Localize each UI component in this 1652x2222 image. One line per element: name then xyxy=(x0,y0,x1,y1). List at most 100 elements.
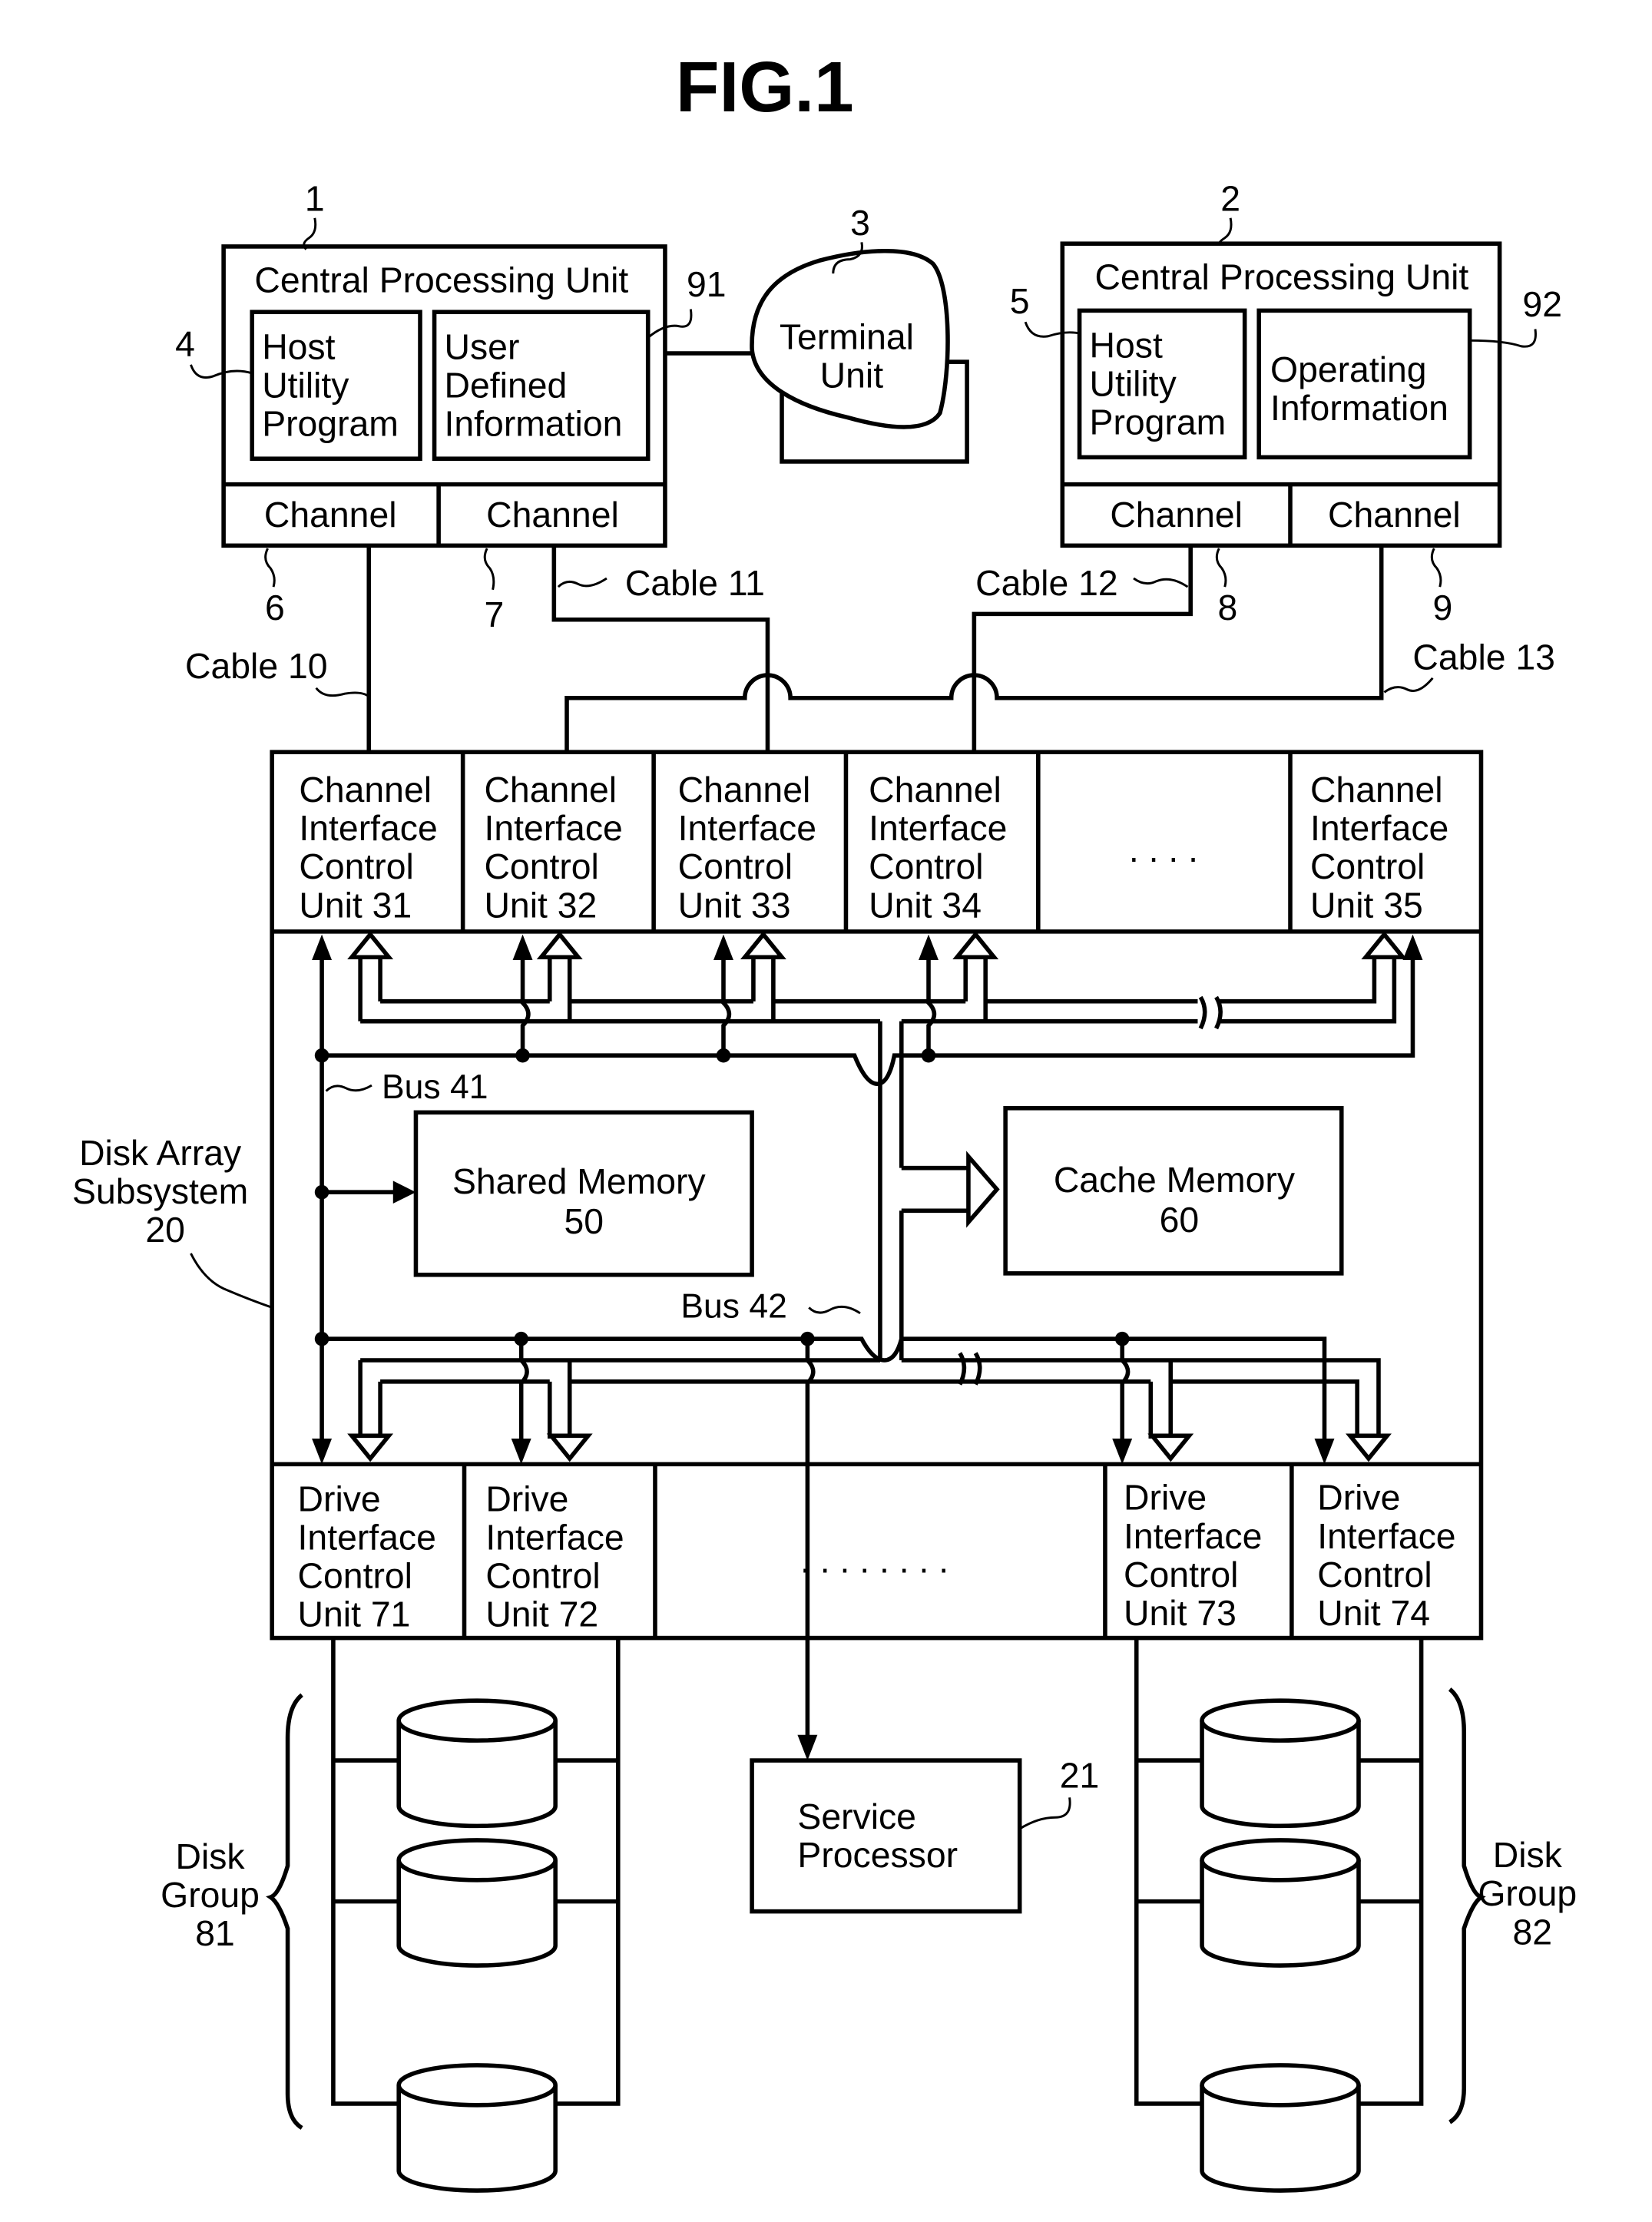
label-line: Channel xyxy=(869,770,1001,810)
disk-icon xyxy=(1200,2063,1361,2193)
hollow-arrow-up-icon xyxy=(1361,931,1408,960)
label-line: Interface xyxy=(298,1518,436,1558)
label-line: Program xyxy=(1090,402,1227,442)
label-line: Channel xyxy=(678,770,811,810)
label-line: 60 xyxy=(1160,1200,1200,1240)
hollow-arrow-down-icon xyxy=(546,1433,593,1462)
cpu-2-title: Central Processing Unit xyxy=(1094,257,1468,297)
label-line: Utility xyxy=(262,365,349,405)
hollow-arrow-up-icon xyxy=(536,931,583,960)
arrow-up-icon xyxy=(512,934,533,960)
cable-10-label: Cable 10 xyxy=(185,646,328,686)
channel-interface-units: Channel Interface Control Unit 31 Channel In… xyxy=(299,752,1448,932)
arrow-up-icon xyxy=(1402,934,1423,960)
disk-icon xyxy=(396,2063,558,2193)
ref-3: 3 xyxy=(850,203,870,243)
label-line: 81 xyxy=(195,1913,235,1953)
label-line: Interface xyxy=(299,808,437,848)
label-line: Unit 72 xyxy=(485,1594,598,1634)
cable-11-label: Cable 11 xyxy=(625,563,765,603)
ref-21: 21 xyxy=(1060,1755,1100,1795)
label-line: Subsystem xyxy=(72,1171,248,1211)
svg-text:Disk Group 82: Disk Group 82 xyxy=(1478,1835,1587,1952)
drive-interface-control-unit-71: Drive Interface Control Unit 71 xyxy=(298,1479,436,1634)
label-line: Group xyxy=(161,1875,260,1915)
ref-91: 91 xyxy=(687,264,727,304)
svg-text:ChannelInterfaceControlUnit 34: Channel Interface Control Unit 34 xyxy=(869,770,1007,925)
channel-interface-control-unit-35: Channel Interface Control Unit 35 xyxy=(1310,770,1448,925)
svg-text:Operating Information: Operating Information xyxy=(1270,349,1448,428)
label-line: Channel xyxy=(299,770,432,810)
cpu-2: Central Processing Unit Host Utility Pro… xyxy=(1010,179,1562,628)
label-line: User xyxy=(445,326,520,366)
label-line: Control xyxy=(485,1556,600,1596)
label-line: Drive xyxy=(1317,1478,1400,1518)
channel-interface-control-unit-34: Channel Interface Control Unit 34 xyxy=(869,770,1007,925)
label-line: Channel xyxy=(1310,770,1443,810)
label-line: Control xyxy=(484,846,598,886)
label-line: Shared Memory xyxy=(452,1161,707,1201)
hollow-arrow-down-icon xyxy=(1346,1433,1392,1462)
cable-13-label: Cable 13 xyxy=(1412,637,1555,677)
service-processor-21: Service Processor 21 xyxy=(750,1755,1100,1914)
drive-units-ellipsis: . . . . . . . . xyxy=(800,1540,948,1580)
channel-8-label: Channel xyxy=(1110,495,1243,535)
label-line: Unit 73 xyxy=(1124,1593,1237,1633)
ref-4: 4 xyxy=(175,324,195,364)
arrow-up-icon xyxy=(312,934,333,960)
ref-1: 1 xyxy=(305,179,325,219)
drive-interface-control-unit-72: Drive Interface Control Unit 72 xyxy=(485,1479,624,1634)
label-line: Disk xyxy=(1493,1835,1563,1875)
arrow-up-icon xyxy=(919,934,939,960)
label-line: Utility xyxy=(1090,364,1177,404)
channel-interface-control-unit-31: Channel Interface Control Unit 31 xyxy=(299,770,437,925)
cpu-1-title: Central Processing Unit xyxy=(254,260,628,300)
label-line: Service xyxy=(797,1796,916,1836)
hollow-arrow-up-icon xyxy=(347,931,394,960)
channel-9-label: Channel xyxy=(1328,495,1461,535)
hollow-arrow-right-icon xyxy=(966,1151,1000,1228)
svg-text:DriveInterfaceControlUnit 73: Drive Interface Control Unit 73 xyxy=(1124,1478,1262,1633)
label-line: Interface xyxy=(1124,1516,1262,1556)
disk-group-82: Disk Group 82 xyxy=(1134,1638,1587,2193)
label-line: Disk xyxy=(176,1836,246,1876)
label-line: Unit 33 xyxy=(678,885,791,925)
arrow-down-icon xyxy=(1112,1438,1133,1465)
label-line: Drive xyxy=(1124,1478,1207,1518)
hollow-arrow-down-icon xyxy=(347,1433,394,1462)
drive-interface-control-unit-74: Drive Interface Control Unit 74 xyxy=(1317,1478,1455,1633)
terminal-unit-3: Terminal Unit 3 xyxy=(664,203,969,464)
label-line: 82 xyxy=(1512,1912,1552,1952)
bus-42-label: Bus 42 xyxy=(680,1287,787,1325)
bus-41-label: Bus 41 xyxy=(382,1068,488,1106)
disk-icon xyxy=(1200,1698,1361,1829)
disk-icon xyxy=(396,1838,558,1968)
label-line: Cache Memory xyxy=(1054,1160,1296,1200)
hollow-arrow-up-icon xyxy=(952,931,999,960)
svg-text:ChannelInterfaceControlUnit 31: Channel Interface Control Unit 31 xyxy=(299,770,437,925)
channel-units-ellipsis: . . . . xyxy=(1129,830,1198,869)
drive-interface-control-unit-73: Drive Interface Control Unit 73 xyxy=(1124,1478,1262,1633)
label-line: Interface xyxy=(484,808,622,848)
svg-text:ChannelInterfaceControlUnit 35: Channel Interface Control Unit 35 xyxy=(1310,770,1448,925)
label-line: Interface xyxy=(869,808,1007,848)
label-line: Group xyxy=(1478,1873,1577,1913)
fig1-diagram: FIG.1 Central Processing Unit Host Utili… xyxy=(72,47,1587,2193)
label-line: Control xyxy=(678,846,793,886)
label-line: Host xyxy=(1090,326,1163,366)
channel-7-label: Channel xyxy=(486,495,619,535)
svg-text:DriveInterfaceControlUnit 74: Drive Interface Control Unit 74 xyxy=(1317,1478,1455,1633)
label-line: Interface xyxy=(485,1518,624,1558)
hollow-arrow-down-icon xyxy=(1147,1433,1194,1462)
label-line: Drive xyxy=(485,1479,568,1519)
label-line: Disk Array xyxy=(79,1133,242,1173)
disk-icon xyxy=(1200,1838,1361,1968)
svg-text:Disk Array Subsystem: Disk Array Subsystem 20 xyxy=(72,1133,258,1250)
ref-2: 2 xyxy=(1220,179,1240,219)
shared-memory-50: Shared Memory 50 xyxy=(413,1110,754,1277)
figure-title: FIG.1 xyxy=(676,47,854,127)
disk-group-81: Disk Group 81 xyxy=(161,1638,621,2193)
drive-interface-units: Drive Interface Control Unit 71 Drive Interf… xyxy=(298,1464,1456,1638)
label-line: Unit 74 xyxy=(1317,1593,1430,1633)
arrow-down-icon xyxy=(797,1734,818,1761)
